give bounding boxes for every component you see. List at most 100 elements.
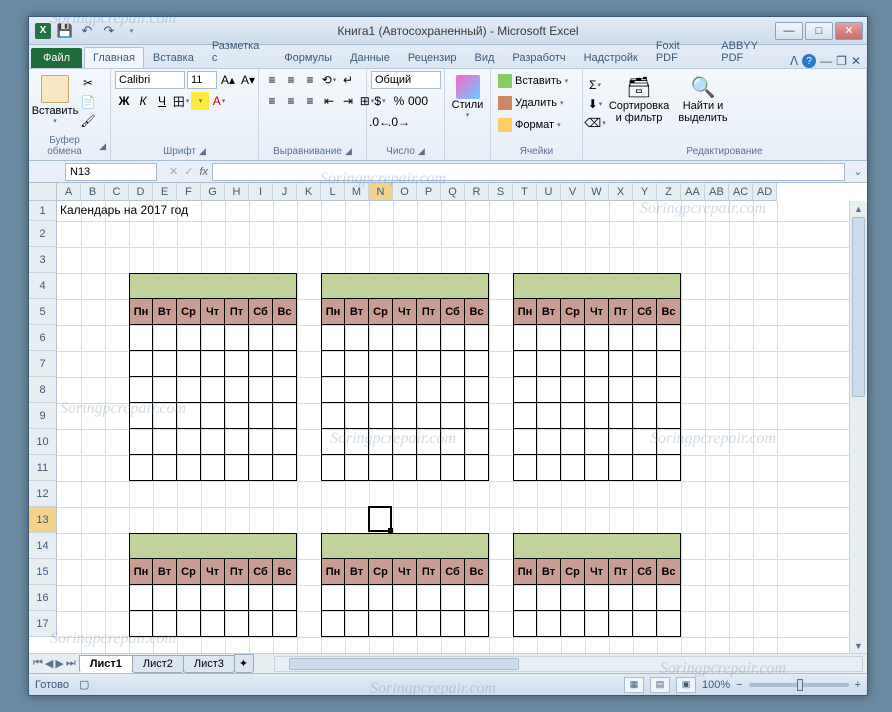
day-cell[interactable] [537,429,561,455]
sheet-tab-1[interactable]: Лист1 [79,655,133,673]
day-cell[interactable] [633,377,657,403]
alignment-launcher-icon[interactable]: ◢ [345,146,352,157]
page-layout-view-icon[interactable]: ▤ [650,677,670,693]
day-cell[interactable] [537,325,561,351]
day-cell[interactable] [321,455,345,481]
doc-minimize-icon[interactable]: — [820,54,832,68]
cut-icon[interactable]: ✂ [80,75,96,91]
day-cell[interactable] [513,351,537,377]
day-cell[interactable] [585,585,609,611]
day-cell[interactable] [249,429,273,455]
tab-abbyy[interactable]: ABBYY PDF [712,35,790,68]
day-cell[interactable] [393,455,417,481]
day-cell[interactable] [177,403,201,429]
day-cell[interactable] [345,611,369,637]
day-cell[interactable] [345,351,369,377]
insert-cells-button[interactable]: Вставить▾ [495,71,571,91]
day-cell[interactable] [657,455,681,481]
font-launcher-icon[interactable]: ◢ [199,146,206,157]
day-cell[interactable] [129,585,153,611]
day-cell[interactable] [561,585,585,611]
day-cell[interactable] [177,325,201,351]
comma-format-icon[interactable]: 000 [409,92,427,110]
sort-filter-button[interactable]: 🗃 Сортировка и фильтр [606,71,672,124]
day-cell[interactable] [369,455,393,481]
day-cell[interactable] [225,325,249,351]
day-cell[interactable] [153,325,177,351]
day-cell[interactable] [177,429,201,455]
day-cell[interactable] [321,429,345,455]
day-cell[interactable] [561,429,585,455]
last-sheet-icon[interactable]: ⏭ [66,657,76,670]
tab-foxit[interactable]: Foxit PDF [647,35,712,68]
col-header-C[interactable]: C [105,183,129,201]
vscroll-thumb[interactable] [852,217,865,397]
day-cell[interactable] [345,455,369,481]
row-header-14[interactable]: 14 [29,533,57,559]
day-cell[interactable] [441,429,465,455]
col-header-T[interactable]: T [513,183,537,201]
day-cell[interactable] [201,351,225,377]
day-cell[interactable] [417,351,441,377]
day-cell[interactable] [345,403,369,429]
help-icon[interactable]: ? [802,54,816,68]
day-cell[interactable] [633,455,657,481]
autosum-icon[interactable]: Σ [587,77,603,93]
row-header-12[interactable]: 12 [29,481,57,507]
day-cell[interactable] [537,455,561,481]
day-cell[interactable] [129,403,153,429]
day-cell[interactable] [249,351,273,377]
day-cell[interactable] [321,377,345,403]
day-cell[interactable] [441,325,465,351]
day-cell[interactable] [441,377,465,403]
day-cell[interactable] [585,377,609,403]
day-cell[interactable] [249,611,273,637]
row-header-8[interactable]: 8 [29,377,57,403]
day-cell[interactable] [177,585,201,611]
name-box[interactable]: N13 [65,163,157,181]
align-center-icon[interactable]: ≡ [282,92,300,110]
day-cell[interactable] [201,429,225,455]
day-cell[interactable] [369,429,393,455]
align-left-icon[interactable]: ≡ [263,92,281,110]
row-header-1[interactable]: 1 [29,201,57,221]
wrap-text-icon[interactable]: ↵ [339,71,357,89]
decrease-indent-icon[interactable]: ⇤ [320,92,338,110]
col-header-AA[interactable]: AA [681,183,705,201]
day-cell[interactable] [441,611,465,637]
day-cell[interactable] [513,325,537,351]
maximize-button[interactable]: □ [805,22,833,40]
day-cell[interactable] [465,429,489,455]
day-cell[interactable] [465,611,489,637]
normal-view-icon[interactable]: ▦ [624,677,644,693]
doc-restore-icon[interactable]: ❐ [836,54,847,68]
day-cell[interactable] [633,429,657,455]
day-cell[interactable] [273,325,297,351]
day-cell[interactable] [657,585,681,611]
day-cell[interactable] [417,585,441,611]
row-header-6[interactable]: 6 [29,325,57,351]
tab-formulas[interactable]: Формулы [275,47,341,68]
col-header-X[interactable]: X [609,183,633,201]
day-cell[interactable] [609,611,633,637]
day-cell[interactable] [609,585,633,611]
day-cell[interactable] [273,585,297,611]
col-header-Z[interactable]: Z [657,183,681,201]
day-cell[interactable] [273,455,297,481]
day-cell[interactable] [465,455,489,481]
day-cell[interactable] [201,585,225,611]
decrease-decimal-icon[interactable]: .0→ [390,113,408,131]
day-cell[interactable] [393,351,417,377]
accounting-format-icon[interactable]: $ [371,92,389,110]
day-cell[interactable] [225,429,249,455]
tab-view[interactable]: Вид [466,47,504,68]
col-header-Y[interactable]: Y [633,183,657,201]
day-cell[interactable] [585,429,609,455]
tab-layout[interactable]: Разметка с [203,35,275,68]
day-cell[interactable] [273,377,297,403]
day-cell[interactable] [561,611,585,637]
copy-icon[interactable]: 📄 [80,94,96,110]
day-cell[interactable] [393,403,417,429]
select-all-corner[interactable] [29,183,57,201]
day-cell[interactable] [153,455,177,481]
